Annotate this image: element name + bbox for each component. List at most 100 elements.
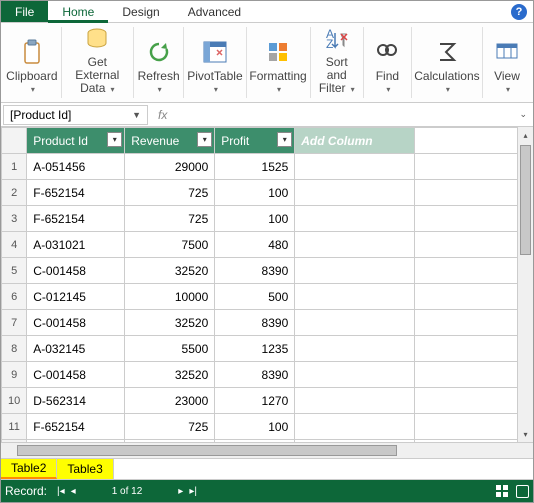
cell-product-id[interactable]: A-031021 — [27, 232, 125, 258]
cell-profit[interactable]: 500 — [215, 284, 295, 310]
table-row[interactable]: 5C-001458325208390 — [2, 258, 533, 284]
nav-prev-icon[interactable]: ◂ — [71, 486, 76, 497]
cell-revenue[interactable]: 725 — [125, 414, 215, 440]
nav-first-icon[interactable]: |◂ — [57, 486, 65, 497]
formula-expand-icon[interactable]: ⌄ — [519, 109, 527, 120]
filter-icon[interactable]: ▾ — [107, 132, 122, 147]
cell-empty[interactable] — [415, 258, 533, 284]
row-header[interactable]: 2 — [2, 180, 27, 206]
nav-last-icon[interactable]: ▸| — [189, 486, 197, 497]
column-header-revenue[interactable]: Revenue ▾ — [125, 128, 215, 154]
cell-empty[interactable] — [295, 310, 415, 336]
table-row[interactable]: 7C-001458325208390 — [2, 310, 533, 336]
row-header[interactable]: 6 — [2, 284, 27, 310]
cell-profit[interactable]: 100 — [215, 180, 295, 206]
scroll-up-icon[interactable]: ▴ — [518, 127, 533, 143]
cell-revenue[interactable]: 10000 — [125, 284, 215, 310]
row-header[interactable]: 3 — [2, 206, 27, 232]
cell-profit[interactable]: 8390 — [215, 362, 295, 388]
cell-empty[interactable] — [295, 414, 415, 440]
tab-home[interactable]: Home — [48, 1, 108, 22]
cell-product-id[interactable]: D-562314 — [27, 388, 125, 414]
scroll-thumb[interactable] — [520, 145, 531, 255]
sort-filter-button[interactable]: AZ Sort and Filter ▾ — [311, 27, 364, 98]
cell-empty[interactable] — [415, 154, 533, 180]
view-button[interactable]: View▾ — [483, 27, 531, 98]
cell-empty[interactable] — [415, 336, 533, 362]
cell-product-id[interactable]: A-051456 — [27, 154, 125, 180]
table-row[interactable]: 10D-562314230001270 — [2, 388, 533, 414]
row-header[interactable]: 4 — [2, 232, 27, 258]
cell-empty[interactable] — [415, 180, 533, 206]
horizontal-scrollbar[interactable] — [1, 442, 533, 458]
pivottable-button[interactable]: PivotTable▾ — [184, 27, 246, 98]
cell-empty[interactable] — [295, 206, 415, 232]
select-all-corner[interactable] — [2, 128, 27, 154]
tab-advanced[interactable]: Advanced — [174, 1, 255, 22]
cell-revenue[interactable]: 725 — [125, 206, 215, 232]
cell-revenue[interactable]: 32520 — [125, 310, 215, 336]
tab-design[interactable]: Design — [108, 1, 173, 22]
cell-empty[interactable] — [415, 206, 533, 232]
cell-empty[interactable] — [415, 388, 533, 414]
cell-empty[interactable] — [415, 414, 533, 440]
table-row[interactable]: 11F-652154725100 — [2, 414, 533, 440]
add-column[interactable]: Add Column — [295, 128, 415, 154]
cell-profit[interactable]: 480 — [215, 232, 295, 258]
sheet-tab-table2[interactable]: Table2 — [1, 459, 57, 479]
column-header-profit[interactable]: Profit ▾ — [215, 128, 295, 154]
refresh-button[interactable]: Refresh▾ — [134, 27, 184, 98]
cell-empty[interactable] — [415, 284, 533, 310]
name-box[interactable]: [Product Id] ▼ — [3, 105, 148, 125]
cell-product-id[interactable]: F-652154 — [27, 180, 125, 206]
table-row[interactable]: 3F-652154725100 — [2, 206, 533, 232]
row-header[interactable]: 10 — [2, 388, 27, 414]
view-grid-icon[interactable] — [496, 485, 508, 497]
cell-product-id[interactable]: A-032145 — [27, 336, 125, 362]
clipboard-button[interactable]: Clipboard▾ — [3, 27, 62, 98]
row-header[interactable]: 9 — [2, 362, 27, 388]
filter-icon[interactable]: ▾ — [197, 132, 212, 147]
cell-profit[interactable]: 1270 — [215, 388, 295, 414]
cell-empty[interactable] — [295, 258, 415, 284]
cell-product-id[interactable]: F-652154 — [27, 414, 125, 440]
sheet-tab-table3[interactable]: Table3 — [57, 459, 113, 479]
view-datasheet-icon[interactable] — [516, 485, 529, 498]
cell-product-id[interactable]: C-001458 — [27, 362, 125, 388]
table-row[interactable]: 2F-652154725100 — [2, 180, 533, 206]
vertical-scrollbar[interactable]: ▴ ▾ — [517, 127, 533, 442]
cell-empty[interactable] — [295, 388, 415, 414]
table-row[interactable]: 6C-01214510000500 — [2, 284, 533, 310]
cell-profit[interactable]: 1525 — [215, 154, 295, 180]
name-box-dropdown-icon[interactable]: ▼ — [132, 110, 141, 120]
scroll-thumb[interactable] — [17, 445, 397, 456]
calculations-button[interactable]: Calculations▾ — [412, 27, 483, 98]
column-header-product-id[interactable]: Product Id ▾ — [27, 128, 125, 154]
table-row[interactable]: 4A-0310217500480 — [2, 232, 533, 258]
cell-empty[interactable] — [295, 362, 415, 388]
find-button[interactable]: Find▾ — [364, 27, 412, 98]
cell-product-id[interactable]: C-012145 — [27, 284, 125, 310]
row-header[interactable]: 1 — [2, 154, 27, 180]
cell-empty[interactable] — [295, 336, 415, 362]
get-external-data-button[interactable]: Get External Data ▾ — [62, 27, 134, 98]
row-header[interactable]: 5 — [2, 258, 27, 284]
cell-empty[interactable] — [295, 154, 415, 180]
row-header[interactable]: 8 — [2, 336, 27, 362]
file-menu[interactable]: File — [1, 1, 48, 22]
cell-revenue[interactable]: 23000 — [125, 388, 215, 414]
cell-profit[interactable]: 100 — [215, 206, 295, 232]
row-header[interactable]: 11 — [2, 414, 27, 440]
cell-product-id[interactable]: C-001458 — [27, 258, 125, 284]
cell-revenue[interactable]: 725 — [125, 180, 215, 206]
filter-icon[interactable]: ▾ — [277, 132, 292, 147]
cell-revenue[interactable]: 5500 — [125, 336, 215, 362]
row-header[interactable]: 7 — [2, 310, 27, 336]
help-icon[interactable]: ? — [511, 4, 527, 20]
cell-empty[interactable] — [295, 180, 415, 206]
fx-label[interactable]: fx — [158, 108, 167, 122]
cell-revenue[interactable]: 7500 — [125, 232, 215, 258]
cell-revenue[interactable]: 32520 — [125, 258, 215, 284]
cell-empty[interactable] — [415, 310, 533, 336]
table-row[interactable]: 1A-051456290001525 — [2, 154, 533, 180]
